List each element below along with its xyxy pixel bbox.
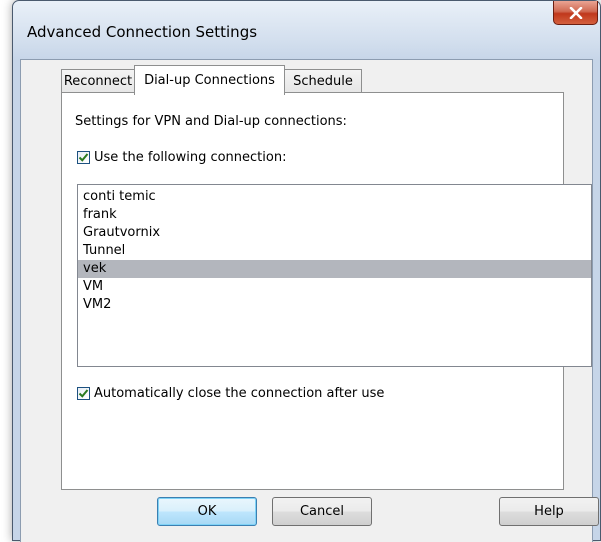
- use-connection-checkbox-row[interactable]: Use the following connection:: [77, 150, 286, 165]
- panel-heading: Settings for VPN and Dial-up connections…: [75, 114, 347, 129]
- window-title: Advanced Connection Settings: [27, 23, 258, 41]
- list-item-selected[interactable]: vek: [78, 260, 591, 278]
- auto-close-checkbox-row[interactable]: Automatically close the connection after…: [77, 386, 384, 401]
- tab-reconnect[interactable]: Reconnect: [61, 69, 135, 93]
- list-item[interactable]: Grautvornix: [78, 224, 591, 242]
- title-bar[interactable]: Advanced Connection Settings: [13, 1, 600, 59]
- help-button[interactable]: Help: [499, 497, 599, 526]
- close-button[interactable]: [553, 1, 598, 25]
- list-item[interactable]: frank: [78, 206, 591, 224]
- use-connection-checkbox[interactable]: [77, 151, 90, 164]
- tab-schedule[interactable]: Schedule: [284, 69, 362, 93]
- list-item[interactable]: conti temic: [78, 188, 591, 206]
- tab-label: Schedule: [293, 74, 353, 89]
- tab-label: Dial-up Connections: [144, 73, 275, 88]
- tab-label: Reconnect: [63, 74, 133, 89]
- dialog-content: Reconnect Dial-up Connections Schedule S…: [20, 59, 599, 542]
- dialog-window: Advanced Connection Settings Reconnect D…: [12, 0, 601, 542]
- auto-close-checkbox[interactable]: [77, 387, 90, 400]
- ok-button[interactable]: OK: [157, 497, 257, 526]
- auto-close-label: Automatically close the connection after…: [94, 386, 385, 401]
- use-connection-label: Use the following connection:: [94, 150, 287, 165]
- close-icon: [569, 6, 582, 19]
- cancel-button[interactable]: Cancel: [272, 497, 372, 526]
- tab-strip: Reconnect Dial-up Connections Schedule: [21, 65, 592, 95]
- tab-dialup-connections[interactable]: Dial-up Connections: [134, 65, 285, 95]
- list-item[interactable]: VM2: [78, 296, 591, 314]
- connection-listbox[interactable]: conti temic frank Grautvornix Tunnel vek…: [77, 184, 592, 367]
- list-item[interactable]: Tunnel: [78, 242, 591, 260]
- list-item[interactable]: VM: [78, 278, 591, 296]
- tab-panel-dialup: Settings for VPN and Dial-up connections…: [61, 92, 592, 490]
- checkmark-icon: [78, 389, 89, 398]
- checkmark-icon: [78, 153, 89, 162]
